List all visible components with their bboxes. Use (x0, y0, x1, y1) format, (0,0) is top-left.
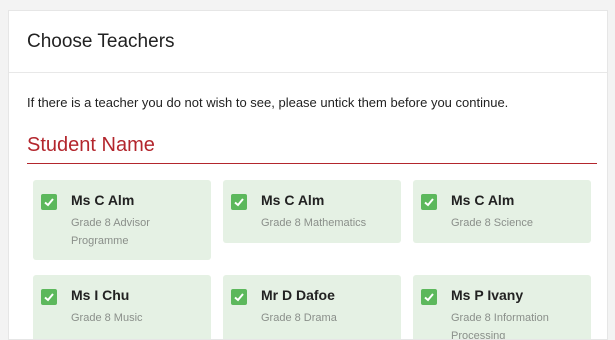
teacher-card[interactable]: Mr D Dafoe Grade 8 Drama (223, 275, 401, 339)
check-icon (44, 293, 54, 302)
teacher-name: Mr D Dafoe (261, 287, 335, 303)
check-icon (44, 198, 54, 207)
teacher-checkbox[interactable] (421, 194, 437, 210)
section-divider (27, 163, 597, 164)
teacher-subject: Grade 8 Music (71, 312, 143, 324)
student-name-heading: Student Name (27, 134, 155, 156)
teacher-subject: Grade 8 Drama (261, 312, 337, 324)
teacher-card[interactable]: Ms I Chu Grade 8 Music (33, 275, 211, 339)
choose-teachers-panel: Choose Teachers If there is a teacher yo… (8, 10, 608, 340)
teacher-card[interactable]: Ms P Ivany Grade 8 Information Processin… (413, 275, 591, 340)
check-icon (424, 198, 434, 207)
instruction-text: If there is a teacher you do not wish to… (27, 95, 509, 110)
teacher-name: Ms P Ivany (451, 287, 524, 303)
teacher-name: Ms C Alm (261, 192, 325, 208)
teacher-subject: Grade 8 Science (451, 217, 533, 229)
teacher-subject: Grade 8 Information Processing (451, 312, 549, 340)
teacher-card[interactable]: Ms C Alm Grade 8 Science (413, 180, 591, 243)
check-icon (234, 198, 244, 207)
teacher-name: Ms C Alm (71, 192, 135, 208)
teacher-checkbox[interactable] (231, 289, 247, 305)
teacher-subject: Grade 8 Advisor Programme (71, 217, 150, 247)
teacher-card[interactable]: Ms C Alm Grade 8 Mathematics (223, 180, 401, 243)
teacher-name: Ms C Alm (451, 192, 515, 208)
teacher-card[interactable]: Ms C Alm Grade 8 Advisor Programme (33, 180, 211, 260)
teacher-checkbox[interactable] (41, 289, 57, 305)
teacher-name: Ms I Chu (71, 287, 130, 303)
teacher-checkbox[interactable] (41, 194, 57, 210)
check-icon (424, 293, 434, 302)
teacher-checkbox[interactable] (421, 289, 437, 305)
panel-title: Choose Teachers (9, 11, 607, 73)
check-icon (234, 293, 244, 302)
teacher-checkbox[interactable] (231, 194, 247, 210)
teacher-subject: Grade 8 Mathematics (261, 217, 367, 229)
